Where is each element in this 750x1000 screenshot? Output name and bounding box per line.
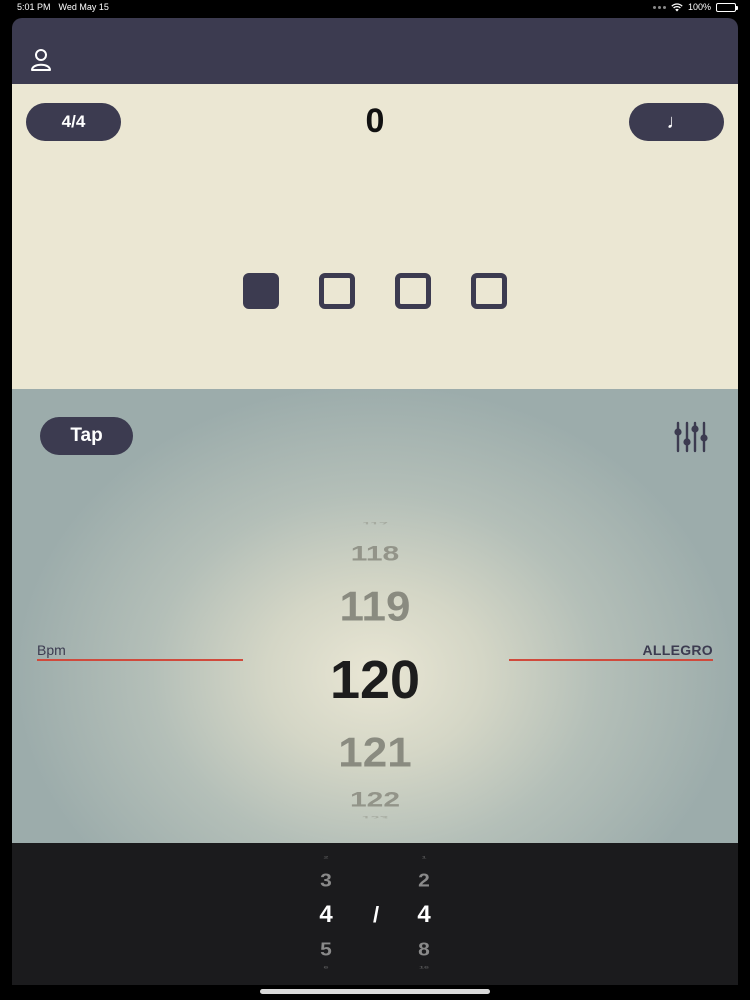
bpm-wheel-item[interactable]: 120 (295, 653, 455, 707)
wifi-icon (671, 2, 683, 11)
battery-percent: 100% (687, 2, 711, 12)
time-signature-picker: 2 3 4 5 6 / 1 2 4 8 16 (12, 843, 738, 985)
bpm-label: Bpm (37, 642, 66, 658)
beat-indicator-2[interactable] (319, 273, 355, 309)
denominator-wheel-item[interactable]: 1 (394, 856, 454, 860)
bpm-wheel-item[interactable]: 117 (295, 522, 455, 525)
beat-panel: 4/4 0 ♩ (12, 84, 738, 389)
beat-counter: 0 (365, 102, 385, 140)
bpm-wheel-item[interactable]: 123 (295, 816, 455, 819)
denominator-wheel-item[interactable]: 2 (394, 871, 454, 890)
denominator-wheel-item[interactable]: 4 (394, 903, 454, 927)
tempo-panel: Tap Bpm ALLEGRO 117 118 119 120 121 122 123 (12, 389, 738, 843)
bpm-wheel-item[interactable]: 121 (295, 732, 455, 774)
status-date: Wed May 15 (58, 2, 109, 12)
numerator-wheel-item[interactable]: 2 (296, 856, 356, 860)
beat-indicators (243, 273, 507, 309)
beat-indicator-1[interactable] (243, 273, 279, 309)
metronome-app: 4/4 0 ♩ Tap Bpm ALLEGRO 117 (12, 18, 738, 985)
sliders-icon[interactable] (674, 420, 708, 454)
tempo-indicator-line (509, 659, 713, 661)
time-signature-separator: / (372, 902, 380, 927)
note-value-button[interactable]: ♩ (629, 103, 724, 141)
time-signature-button[interactable]: 4/4 (26, 103, 121, 141)
beat-indicator-4[interactable] (471, 273, 507, 309)
numerator-wheel-item[interactable]: 4 (296, 903, 356, 927)
denominator-wheel-item[interactable]: 16 (394, 966, 454, 970)
quarter-note-icon: ♩ (666, 110, 687, 133)
bpm-picker-wheel[interactable]: 117 118 119 120 121 122 123 (295, 509, 455, 819)
header-bar (12, 18, 738, 84)
status-time: 5:01 PM (17, 2, 51, 12)
bpm-wheel-item[interactable]: 122 (295, 789, 455, 811)
tempo-marking[interactable]: ALLEGRO (642, 642, 713, 658)
bpm-indicator-line (37, 659, 243, 661)
multitasking-dots-icon (652, 5, 666, 9)
battery-icon (716, 2, 738, 12)
beat-indicator-3[interactable] (395, 273, 431, 309)
home-indicator[interactable] (260, 989, 490, 994)
tap-tempo-button[interactable]: Tap (40, 417, 133, 455)
bpm-wheel-item[interactable]: 118 (295, 543, 455, 565)
person-icon[interactable] (30, 48, 52, 72)
denominator-wheel-item[interactable]: 8 (394, 940, 454, 959)
numerator-wheel-item[interactable]: 3 (296, 871, 356, 890)
bpm-wheel-item[interactable]: 119 (295, 586, 455, 628)
numerator-wheel-item[interactable]: 6 (296, 966, 356, 970)
status-bar: 5:01 PM Wed May 15 100% (0, 0, 750, 16)
numerator-wheel-item[interactable]: 5 (296, 940, 356, 959)
denominator-picker-wheel[interactable]: 1 2 4 8 16 (394, 843, 454, 985)
numerator-picker-wheel[interactable]: 2 3 4 5 6 (296, 843, 356, 985)
